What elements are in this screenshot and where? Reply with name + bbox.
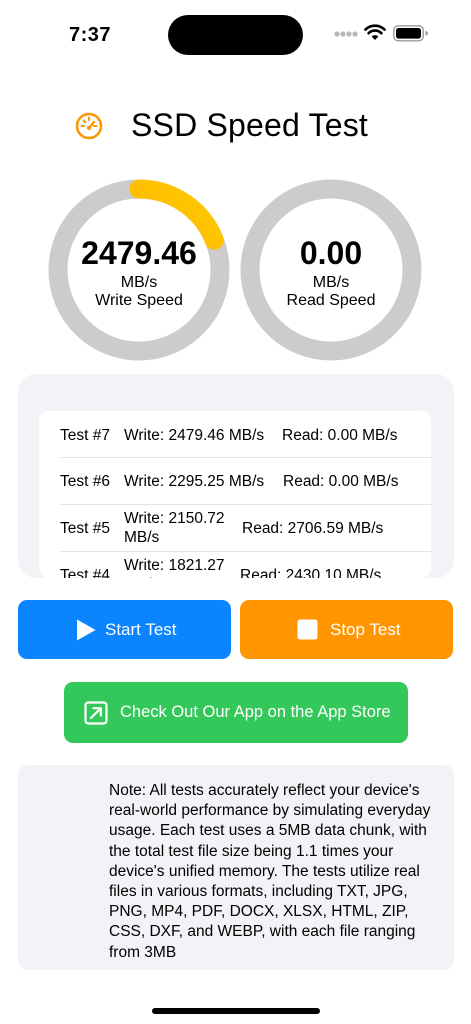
external-link-icon: [84, 701, 108, 725]
start-test-button[interactable]: Start Test: [18, 600, 231, 659]
play-icon: [77, 619, 96, 641]
app-store-label: Check Out Our App on the App Store: [120, 703, 391, 721]
header: SSD Speed Test: [0, 104, 471, 154]
status-bar: 7:37: [0, 0, 471, 70]
result-write: Write: 2295.25 MB/s: [124, 473, 265, 490]
wifi-icon: [364, 24, 386, 40]
home-indicator[interactable]: [152, 1008, 320, 1014]
stop-test-button[interactable]: Stop Test: [240, 600, 453, 659]
result-write: Write: 2479.46 MB/s: [124, 427, 265, 444]
read-speed-label: Read Speed: [286, 292, 376, 309]
result-test-label: Test #7: [60, 427, 110, 444]
note-panel[interactable]: Note: All tests accurately reflect your …: [18, 765, 454, 970]
result-read: Read: 0.00 MB/s: [283, 473, 399, 490]
write-speed-value: 2479.46: [81, 235, 197, 271]
write-speed-gauge: 2479.46 MB/s Write Speed: [48, 179, 230, 361]
results-panel[interactable]: Test #7 Write: 2479.46 MB/s Read: 0.00 M…: [18, 374, 454, 578]
page-title: SSD Speed Test: [131, 107, 369, 143]
stop-icon: [297, 619, 318, 640]
result-read: Read: 0.00 MB/s: [282, 427, 398, 444]
result-write: Write: 2150.72 MB/s: [124, 510, 225, 546]
write-speed-label: Write Speed: [95, 292, 183, 309]
result-test-label: Test #4: [60, 567, 110, 578]
result-row: Test #5 Write: 2150.72 MB/s Read: 2706.5…: [60, 505, 431, 552]
results-list[interactable]: Test #7 Write: 2479.46 MB/s Read: 0.00 M…: [39, 411, 431, 578]
stop-test-label: Stop Test: [330, 620, 401, 639]
result-read: Read: 2430.10 MB/s: [240, 567, 382, 578]
result-test-label: Test #6: [60, 473, 110, 490]
result-row: Test #7 Write: 2479.46 MB/s Read: 0.00 M…: [60, 411, 431, 458]
signal-dots-icon: [334, 31, 358, 37]
result-write: Write: 1821.27 MB/s: [124, 557, 225, 578]
note-text: Note: All tests accurately reflect your …: [109, 782, 431, 961]
app-store-button[interactable]: Check Out Our App on the App Store: [64, 682, 408, 743]
result-test-label: Test #5: [60, 520, 110, 537]
status-time: 7:37: [69, 24, 112, 46]
result-row: Test #4 Write: 1821.27 MB/s Read: 2430.1…: [60, 552, 431, 578]
battery-icon: [393, 25, 428, 42]
result-read: Read: 2706.59 MB/s: [242, 520, 384, 537]
read-speed-gauge: 0.00 MB/s Read Speed: [240, 179, 422, 361]
start-test-label: Start Test: [105, 620, 177, 639]
dynamic-island: [168, 15, 303, 55]
speedometer-icon: [75, 112, 103, 140]
read-speed-unit: MB/s: [312, 274, 350, 291]
read-speed-value: 0.00: [299, 235, 363, 271]
write-speed-unit: MB/s: [120, 274, 158, 291]
result-row: Test #6 Write: 2295.25 MB/s Read: 0.00 M…: [60, 458, 431, 505]
